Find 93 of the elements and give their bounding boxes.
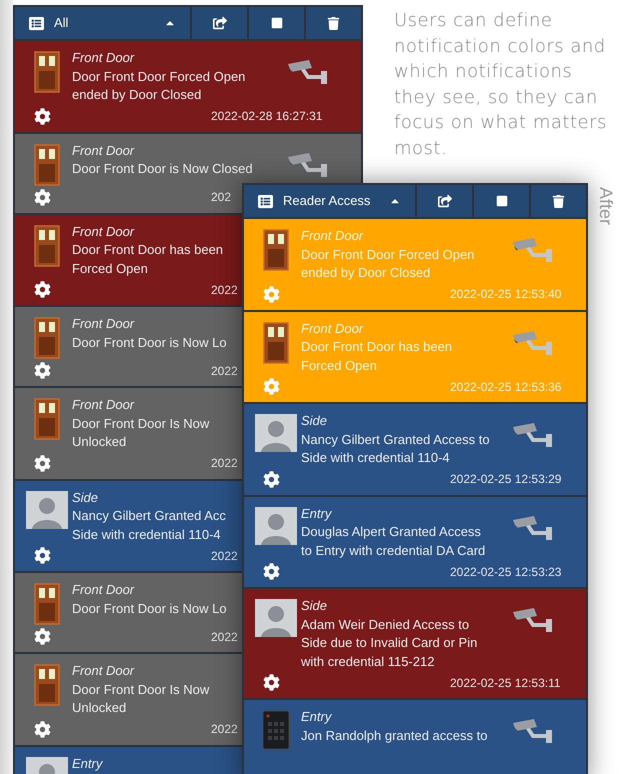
after-label: After <box>595 187 617 226</box>
event-description: Door Front Door is Now Lo <box>72 334 227 352</box>
location-title: Front Door <box>72 581 136 599</box>
event-description: Nancy Gilbert Granted Acc <box>72 507 226 525</box>
list-icon <box>29 16 44 30</box>
share-icon <box>212 16 226 30</box>
event-description: Door Front Door is Now Closed <box>72 160 253 178</box>
notification-item[interactable]: Front Door Door Front Door Forced Open ended by Door Closed 2022-02-28 16:27:31 <box>15 41 361 132</box>
trash-icon <box>552 194 565 208</box>
stop-icon <box>496 195 508 207</box>
event-timestamp: 2022 <box>211 628 238 646</box>
location-title: Front Door <box>72 396 136 414</box>
person-silhouette-icon <box>26 490 68 528</box>
door-icon <box>34 317 60 359</box>
person-silhouette-icon <box>254 599 296 637</box>
security-camera-icon[interactable] <box>512 514 554 540</box>
event-description: Side with credential 110-4 <box>72 526 222 544</box>
location-title: Front Door <box>72 315 136 333</box>
filter-dropdown[interactable]: Reader Access <box>244 185 415 217</box>
event-description: Door Front Door has been <box>72 241 224 259</box>
settings-icon[interactable] <box>34 628 51 645</box>
event-timestamp: 2022 <box>211 455 238 472</box>
settings-icon[interactable] <box>263 470 280 488</box>
event-timestamp: 2022 <box>211 362 238 380</box>
location-title: Side <box>301 412 328 430</box>
stop-icon <box>270 17 282 29</box>
event-timestamp: 202 <box>211 189 232 206</box>
event-description: Door Front Door Is Now <box>72 414 210 432</box>
event-description: Door Front Door is Now Lo <box>72 600 227 618</box>
event-description: Unlocked <box>72 433 128 451</box>
notification-item[interactable]: Side Adam Weir Denied Access to Side due to Invalid Card or Pin with credential 115-212 2022-02-25 12:53:11 <box>244 589 586 698</box>
security-camera-icon[interactable] <box>512 422 554 448</box>
event-timestamp: 2022 <box>211 282 238 298</box>
event-timestamp: 2022 <box>211 721 238 738</box>
notification-item[interactable]: Entry Jon Randolph granted access to <box>244 700 586 774</box>
share-icon <box>438 194 452 208</box>
delete-button[interactable] <box>531 185 586 217</box>
door-icon <box>34 144 60 186</box>
door-icon <box>262 229 288 271</box>
event-description: Unlocked <box>72 699 128 717</box>
event-description: ended by Door Closed <box>72 86 202 104</box>
filter-dropdown[interactable]: All <box>15 7 190 39</box>
event-timestamp: 2022-02-25 12:53:40 <box>450 286 562 303</box>
location-title: Side <box>301 597 328 615</box>
location-title: Front Door <box>72 662 136 680</box>
event-timestamp: 2022-02-25 12:53:23 <box>450 564 562 580</box>
settings-icon[interactable] <box>34 720 51 738</box>
event-timestamp: 2022-02-28 16:27:31 <box>211 108 322 125</box>
security-camera-icon[interactable] <box>287 59 329 85</box>
event-timestamp: 2022-02-25 12:53:11 <box>450 674 561 692</box>
person-silhouette-icon <box>254 414 296 452</box>
security-camera-icon[interactable] <box>512 607 554 633</box>
caption-text: Users can define notification colors and which notifications they see, so they can focus on what matters most. <box>394 9 608 160</box>
event-description: Door Front Door Is Now <box>72 680 210 698</box>
stop-button[interactable] <box>474 185 529 217</box>
notification-item[interactable]: Entry Douglas Alpert Granted Access to Entry with credential DA Card 2022-02-25 12:53:23 <box>244 496 586 587</box>
security-camera-icon[interactable] <box>287 152 329 178</box>
delete-button[interactable] <box>306 7 361 39</box>
location-title: Entry <box>301 504 333 523</box>
door-icon <box>262 322 288 364</box>
door-icon <box>34 583 60 625</box>
location-title: Entry <box>301 708 333 726</box>
security-camera-icon[interactable] <box>512 718 554 744</box>
export-button[interactable] <box>192 7 247 39</box>
door-icon <box>34 224 60 266</box>
person-silhouette-icon <box>254 506 296 544</box>
event-description: Forced Open <box>72 260 149 278</box>
export-button[interactable] <box>417 185 472 217</box>
settings-icon[interactable] <box>34 188 51 206</box>
location-title: Front Door <box>72 142 136 160</box>
stop-button[interactable] <box>249 7 304 39</box>
notification-item[interactable]: Side Nancy Gilbert Granted Access to Side with credential 110-4 2022-02-25 12:53:29 <box>244 404 586 494</box>
settings-icon[interactable] <box>34 281 51 298</box>
event-description: Door Front Door Forced Open <box>72 68 246 86</box>
settings-icon[interactable] <box>34 362 51 379</box>
location-title: Side <box>72 488 100 506</box>
settings-icon[interactable] <box>34 454 51 472</box>
settings-icon[interactable] <box>263 563 280 580</box>
list-icon <box>258 194 273 208</box>
location-title: Front Door <box>72 222 136 240</box>
keypad-reader-icon <box>262 710 290 750</box>
event-timestamp: 2022 <box>211 548 238 564</box>
settings-icon[interactable] <box>34 108 51 124</box>
door-icon <box>34 398 60 440</box>
location-title: Front Door <box>72 49 136 67</box>
event-timestamp: 2022-02-25 12:53:36 <box>450 378 562 396</box>
door-icon <box>34 664 60 706</box>
trash-icon <box>327 16 340 30</box>
settings-icon[interactable] <box>263 674 280 691</box>
location-title: Entry <box>72 754 102 773</box>
settings-icon[interactable] <box>34 547 51 564</box>
door-icon <box>34 51 60 93</box>
event-timestamp: 2022-02-25 12:53:29 <box>450 471 562 488</box>
